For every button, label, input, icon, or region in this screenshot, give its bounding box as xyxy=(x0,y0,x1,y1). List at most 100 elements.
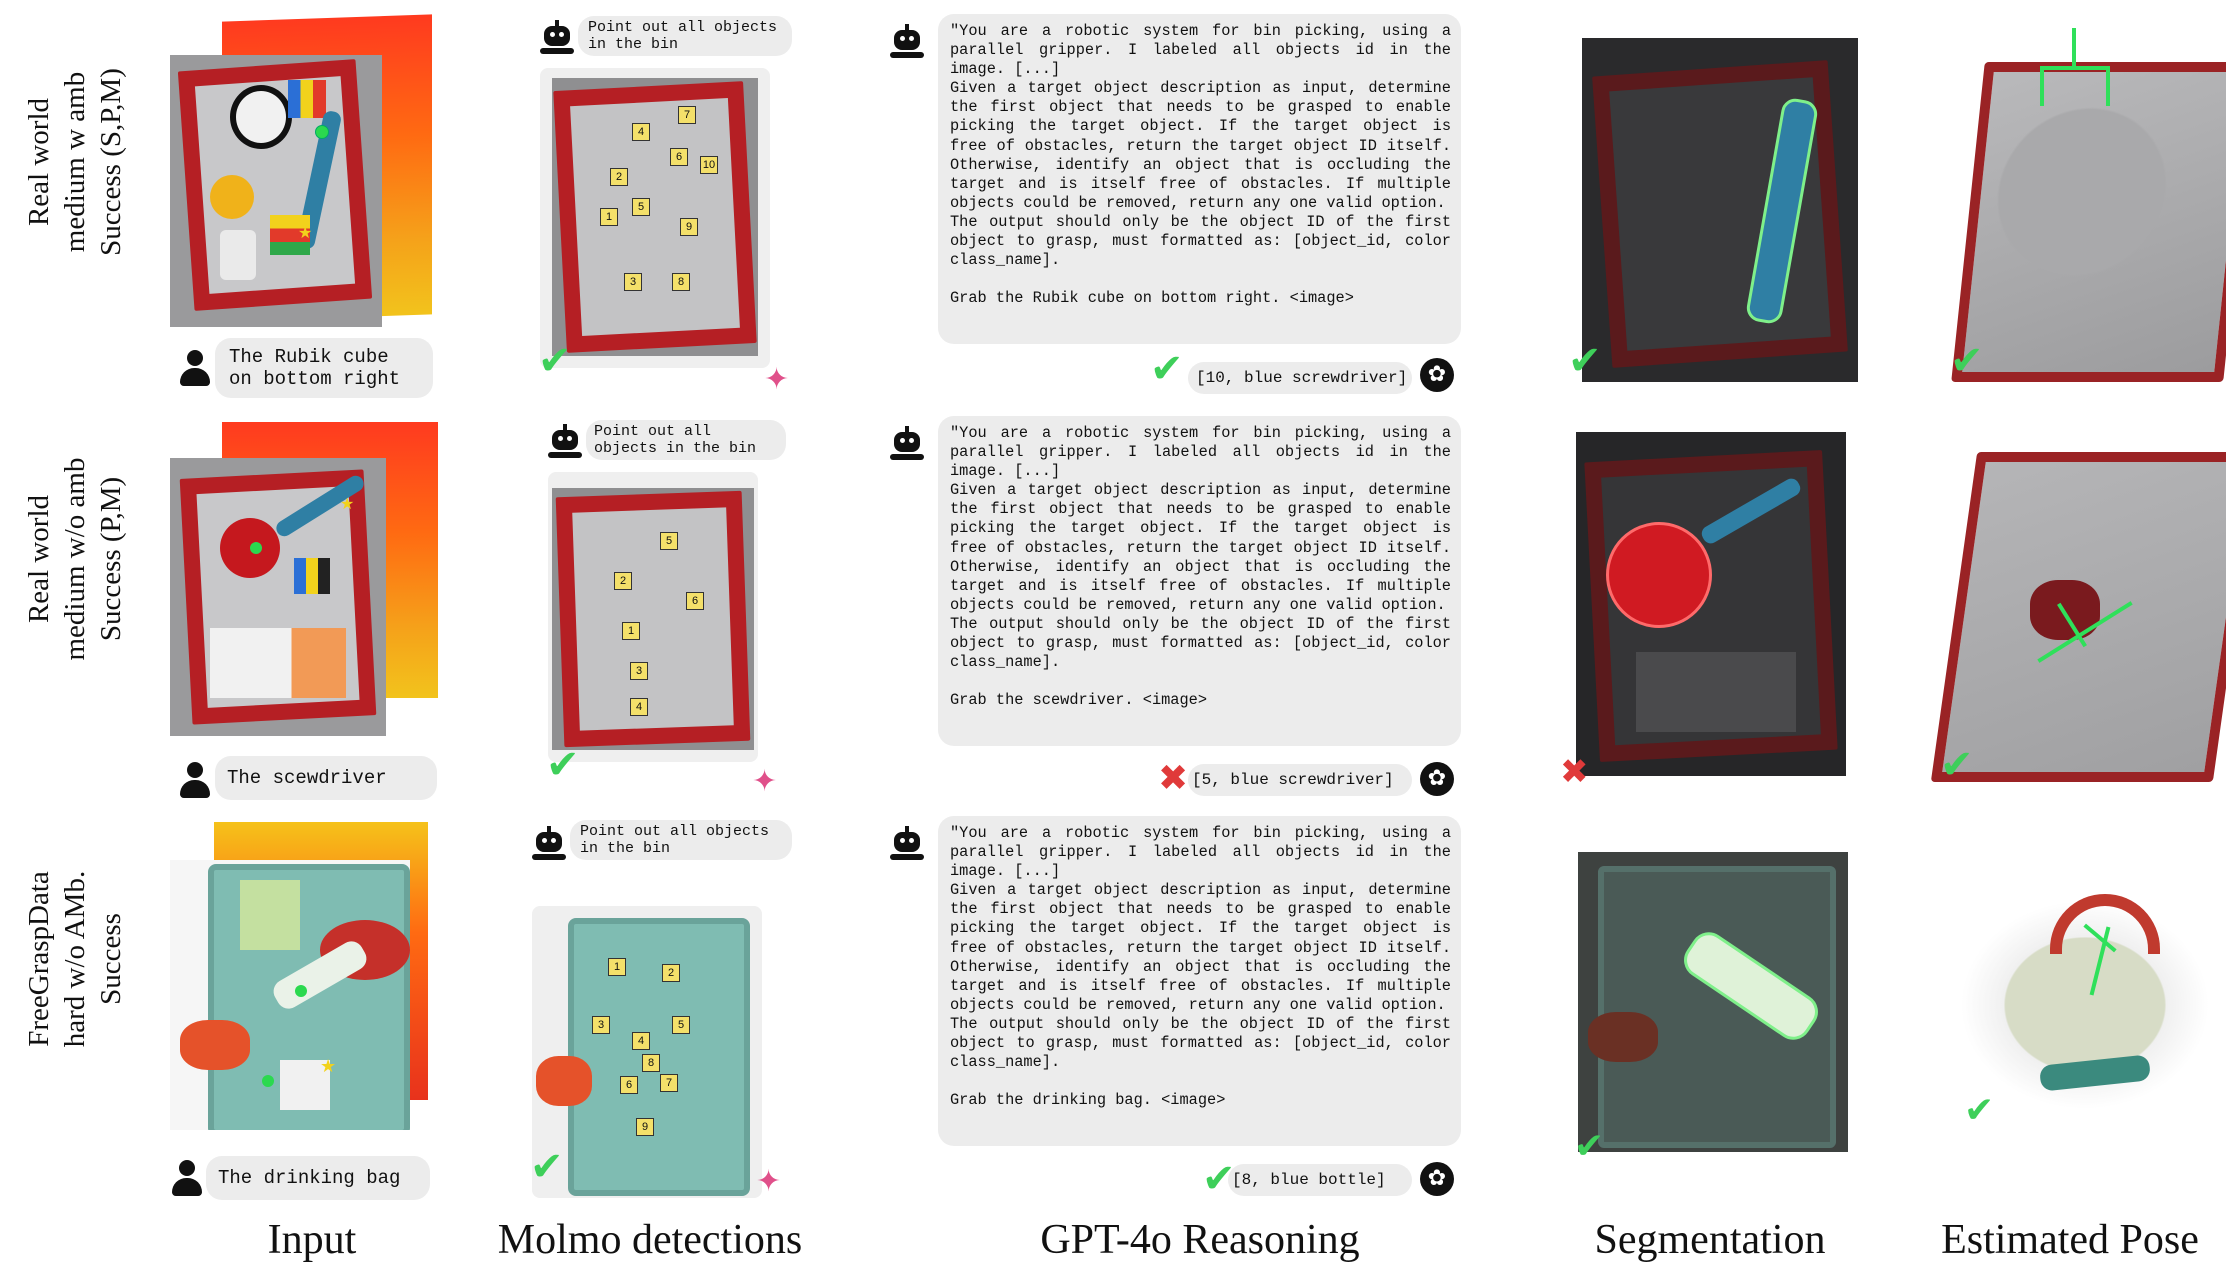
gpt-prompt-bubble: "You are a robotic system for bin pickin… xyxy=(938,14,1461,344)
row-2-label: Real world medium w/o amb Success (P,M) xyxy=(21,399,129,719)
molmo-check-icon: ✔ xyxy=(538,338,572,384)
user-icon xyxy=(172,1160,202,1200)
detection-tag: 5 xyxy=(672,1016,690,1034)
target-point xyxy=(250,542,262,554)
segmentation-image xyxy=(1576,432,1846,776)
green-bag xyxy=(240,880,300,950)
detection-tag: 5 xyxy=(632,198,650,216)
row-1-label-line-1: Real world xyxy=(23,97,55,227)
detection-tag: 2 xyxy=(610,168,628,186)
row-3-label-line-2: hard w/o AMb. xyxy=(59,870,91,1048)
input-photo: ★ xyxy=(170,55,382,327)
molmo-sparkle-icon: ✦ xyxy=(752,764,778,799)
robot-icon xyxy=(890,24,924,60)
detection-tag: 8 xyxy=(642,1054,660,1072)
row-1-label: Real world medium w amb Success (S,P,M) xyxy=(21,2,129,322)
gripper-pose xyxy=(2020,590,2140,670)
openai-icon: ✿ xyxy=(1420,762,1454,796)
detection-tag: 10 xyxy=(700,156,718,174)
molmo-image: 1 2 3 4 5 6 7 8 9 xyxy=(532,906,762,1198)
user-query-bubble: The Rubik cube on bottom right xyxy=(215,338,433,398)
openai-icon: ✿ xyxy=(1420,358,1454,392)
star-marker: ★ xyxy=(298,225,313,242)
row-3-label-line-1: FreeGraspData xyxy=(23,871,55,1047)
detection-tag: 8 xyxy=(672,273,690,291)
molmo-sparkle-icon: ✦ xyxy=(756,1164,782,1199)
molmo-prompt-bubble: Point out all objects in the bin xyxy=(586,420,786,460)
segmentation-check-icon: ✔ xyxy=(1574,1126,1605,1167)
user-icon xyxy=(180,350,210,390)
gpt-answer-bubble: [10, blue screwdriver] xyxy=(1188,362,1412,394)
user-query-bubble: The drinking bag xyxy=(206,1156,430,1200)
robot-icon xyxy=(540,20,574,56)
red-toy xyxy=(536,1056,592,1106)
robot-icon xyxy=(890,826,924,862)
molmo-check-icon: ✔ xyxy=(530,1144,564,1190)
detection-tag: 3 xyxy=(592,1016,610,1034)
gpt-cross-icon: ✖ xyxy=(1158,758,1189,799)
column-header-input: Input xyxy=(267,1217,357,1263)
row-1-label-line-3: Success (S,P,M) xyxy=(95,68,127,256)
molmo-image: 5 2 6 1 3 4 xyxy=(548,472,758,762)
detection-tag: 3 xyxy=(630,662,648,680)
target-point xyxy=(315,125,329,139)
segmentation-cross-icon: ✖ xyxy=(1560,752,1589,792)
column-header-gpt: GPT-4o Reasoning xyxy=(1040,1217,1360,1263)
detection-tag: 6 xyxy=(670,148,688,166)
target-point xyxy=(295,985,307,997)
medicine-box xyxy=(210,628,346,698)
row-2-label-line-2: medium w/o amb xyxy=(59,457,91,661)
molmo-prompt-line: in the bin xyxy=(588,36,679,53)
molmo-prompt-line: Point out all objects xyxy=(588,19,778,36)
input-photo: ★ xyxy=(170,458,386,736)
molmo-prompt-line: Point out all xyxy=(594,423,712,440)
column-header-seg: Segmentation xyxy=(1594,1217,1826,1263)
segmentation-image xyxy=(1578,852,1848,1152)
star-marker: ★ xyxy=(340,496,355,513)
detection-tag: 1 xyxy=(600,208,618,226)
detection-tag: 6 xyxy=(686,592,704,610)
pose-check-icon: ✔ xyxy=(1964,1090,1995,1131)
detection-tag: 4 xyxy=(632,1032,650,1050)
rubik-cube xyxy=(288,80,326,118)
user-query-bubble: The scewdriver xyxy=(215,756,437,800)
pose-check-icon: ✔ xyxy=(1950,338,1984,384)
panda-toy xyxy=(230,85,292,149)
user-query-line: The scewdriver xyxy=(227,767,387,789)
user-query-line: The Rubik cube xyxy=(229,346,389,368)
red-toy xyxy=(1588,1012,1658,1062)
row-3-label: FreeGraspData hard w/o AMb. Success xyxy=(21,799,129,1119)
openai-icon: ✿ xyxy=(1420,1162,1454,1196)
row-2-label-line-3: Success (P,M) xyxy=(95,476,127,642)
detection-tag: 9 xyxy=(636,1118,654,1136)
user-query-line: The drinking bag xyxy=(218,1167,401,1189)
input-photo: ★ xyxy=(170,860,410,1130)
segmentation-image xyxy=(1582,38,1858,382)
row-3-label-line-3: Success xyxy=(95,913,127,1005)
row-2-label-line-1: Real world xyxy=(23,494,55,624)
rubik-cube xyxy=(294,558,330,594)
molmo-check-icon: ✔ xyxy=(546,742,580,788)
gripper-pose xyxy=(2040,28,2110,118)
detection-tag: 1 xyxy=(608,958,626,976)
robot-icon xyxy=(890,426,924,462)
robot-icon xyxy=(532,826,566,862)
detection-tag: 4 xyxy=(632,123,650,141)
column-header-molmo: Molmo detections xyxy=(497,1217,803,1263)
gpt-answer-bubble: [8, blue bottle] xyxy=(1228,1164,1412,1196)
detection-tag: 6 xyxy=(620,1076,638,1094)
medicine-box xyxy=(1636,652,1796,732)
detection-tag: 7 xyxy=(660,1074,678,1092)
detection-tag: 2 xyxy=(662,964,680,982)
gpt-prompt-bubble: "You are a robotic system for bin pickin… xyxy=(938,816,1461,1146)
molmo-prompt-bubble: Point out all objects in the bin xyxy=(578,16,792,56)
row-1-label-line-2: medium w amb xyxy=(59,71,91,253)
gpt-prompt-bubble: "You are a robotic system for bin pickin… xyxy=(938,416,1461,746)
star-marker: ★ xyxy=(320,1056,337,1076)
molmo-prompt-line: in the bin xyxy=(580,840,671,857)
red-toy xyxy=(180,1020,250,1070)
target-point xyxy=(262,1075,274,1087)
molmo-prompt-line: Point out all objects xyxy=(580,823,770,840)
detection-tag: 9 xyxy=(680,218,698,236)
detection-tag: 1 xyxy=(622,622,640,640)
